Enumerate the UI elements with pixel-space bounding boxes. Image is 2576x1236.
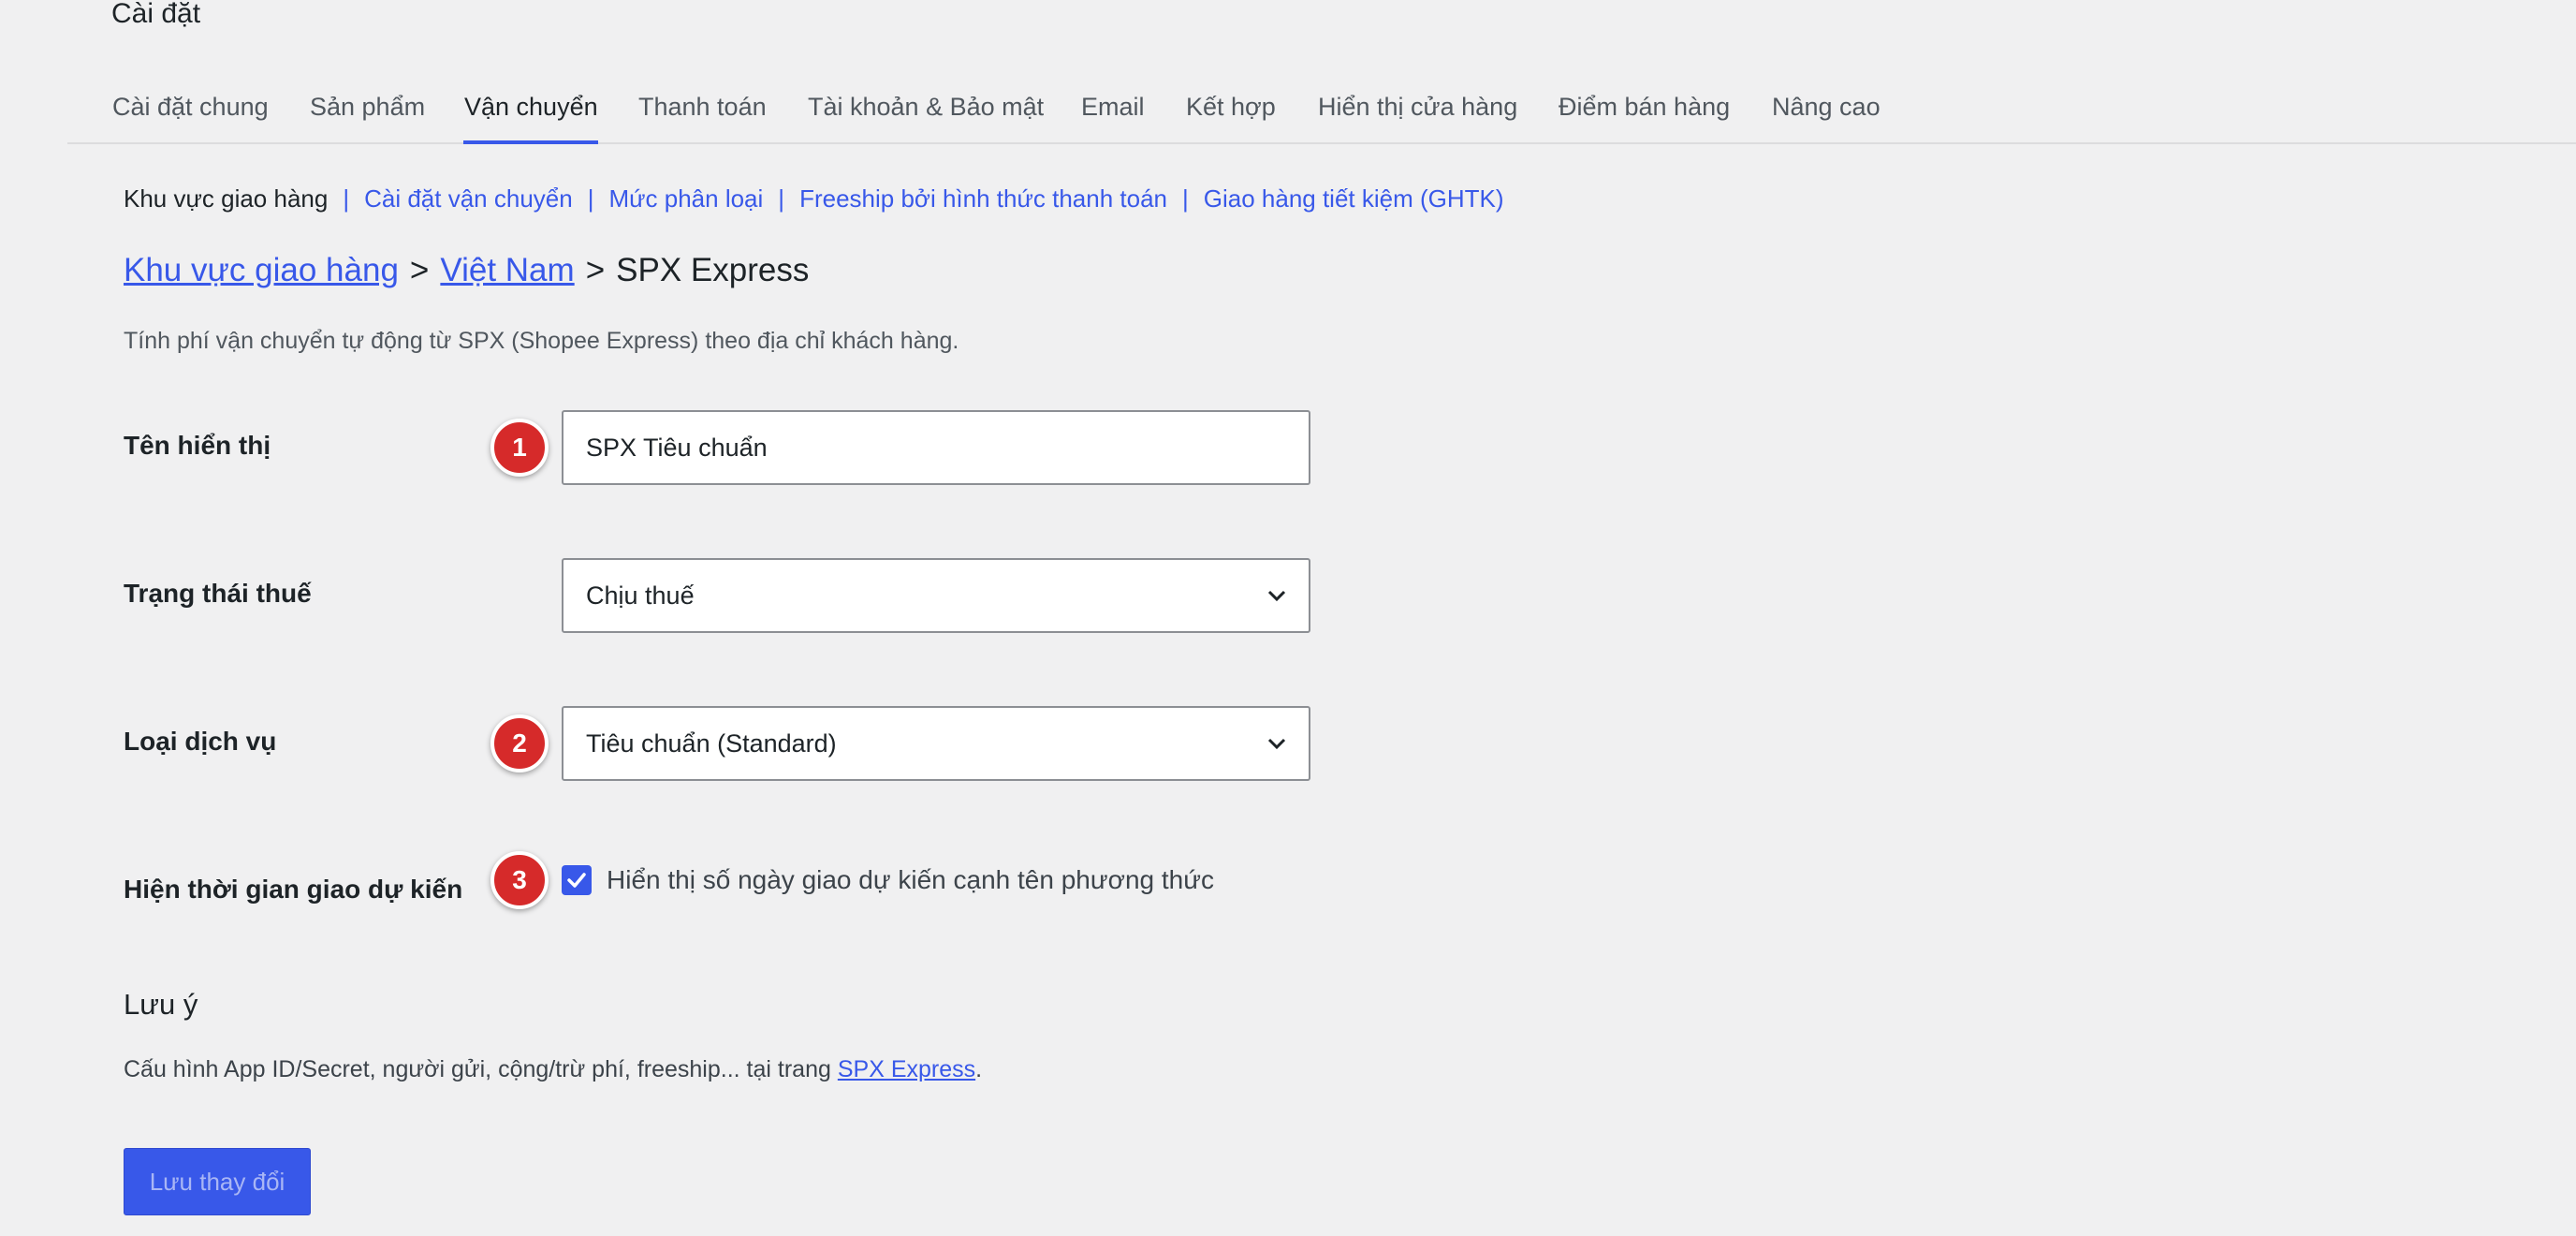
service-type-value: Tiêu chuẩn (Standard): [586, 729, 837, 758]
eta-checkbox[interactable]: [562, 865, 592, 895]
subnav-shipping-zones: Khu vực giao hàng: [124, 184, 329, 213]
breadcrumb-separator: >: [409, 252, 430, 288]
breadcrumb-current: SPX Express: [616, 252, 810, 288]
tab-shipping[interactable]: Vận chuyển: [464, 90, 598, 124]
breadcrumb-shipping-zones[interactable]: Khu vực giao hàng: [124, 252, 399, 288]
chevron-down-icon: [1267, 590, 1286, 602]
subnav-freeship-by-payment[interactable]: Freeship bởi hình thức thanh toán: [799, 184, 1167, 213]
step-badge-3: 3: [490, 851, 549, 909]
subnav-shipping-options[interactable]: Cài đặt vận chuyển: [364, 184, 573, 213]
method-description: Tính phí vận chuyển tự động từ SPX (Shop…: [124, 328, 959, 354]
settings-tabs: Cài đặt chung Sản phẩm Vận chuyển Thanh …: [67, 81, 2576, 144]
note-text-before: Cấu hình App ID/Secret, người gửi, cộng/…: [124, 1056, 838, 1082]
subnav-separator: |: [1181, 184, 1189, 213]
chevron-down-icon: [1267, 738, 1286, 750]
tab-payments[interactable]: Thanh toán: [638, 90, 767, 124]
breadcrumb: Khu vực giao hàng > Việt Nam > SPX Express: [124, 251, 809, 290]
tab-email[interactable]: Email: [1081, 90, 1145, 124]
subnav-ghtk[interactable]: Giao hàng tiết kiệm (GHTK): [1204, 184, 1504, 213]
display-name-label: Tên hiển thị: [124, 431, 271, 460]
tab-general[interactable]: Cài đặt chung: [112, 90, 269, 124]
subnav-separator: |: [778, 184, 785, 213]
page-title: Cài đặt: [111, 0, 201, 29]
active-tab-indicator: [463, 140, 598, 144]
subnav-separator: |: [343, 184, 350, 213]
settings-page: Cài đặt Cài đặt chung Sản phẩm Vận chuyể…: [0, 0, 2576, 1236]
tab-advanced[interactable]: Nâng cao: [1772, 90, 1881, 124]
tax-status-value: Chịu thuế: [586, 581, 695, 610]
tab-site-visibility[interactable]: Hiển thị cửa hàng: [1318, 90, 1517, 124]
service-type-label: Loại dịch vụ: [124, 727, 277, 756]
note-text-after: .: [975, 1056, 983, 1082]
display-name-input[interactable]: SPX Tiêu chuẩn: [562, 410, 1310, 485]
subnav-separator: |: [587, 184, 594, 213]
tax-status-label: Trạng thái thuế: [124, 579, 312, 608]
checkmark-icon: [567, 873, 586, 888]
subnav-shipping-classes[interactable]: Mức phân loại: [608, 184, 763, 213]
tab-accounts-privacy[interactable]: Tài khoản & Bảo mật: [808, 90, 1044, 124]
breadcrumb-separator: >: [585, 252, 606, 288]
note-heading: Lưu ý: [124, 988, 198, 1021]
spx-express-link[interactable]: SPX Express: [838, 1056, 975, 1082]
eta-checkbox-label[interactable]: Hiển thị số ngày giao dự kiến cạnh tên p…: [607, 863, 1214, 897]
step-badge-2: 2: [490, 714, 549, 772]
eta-label: Hiện thời gian giao dự kiến: [124, 875, 463, 904]
breadcrumb-vietnam[interactable]: Việt Nam: [440, 252, 574, 288]
service-type-select[interactable]: Tiêu chuẩn (Standard): [562, 706, 1310, 781]
step-badge-1: 1: [490, 419, 549, 477]
note-text: Cấu hình App ID/Secret, người gửi, cộng/…: [124, 1054, 982, 1084]
save-changes-button[interactable]: Lưu thay đổi: [124, 1148, 311, 1215]
shipping-subnav: Khu vực giao hàng | Cài đặt vận chuyển | Mức…: [124, 183, 1504, 214]
tab-integration[interactable]: Kết hợp: [1186, 90, 1276, 124]
tax-status-select[interactable]: Chịu thuế: [562, 558, 1310, 633]
tab-products[interactable]: Sản phẩm: [310, 90, 425, 124]
tab-point-of-sale[interactable]: Điểm bán hàng: [1559, 90, 1730, 124]
